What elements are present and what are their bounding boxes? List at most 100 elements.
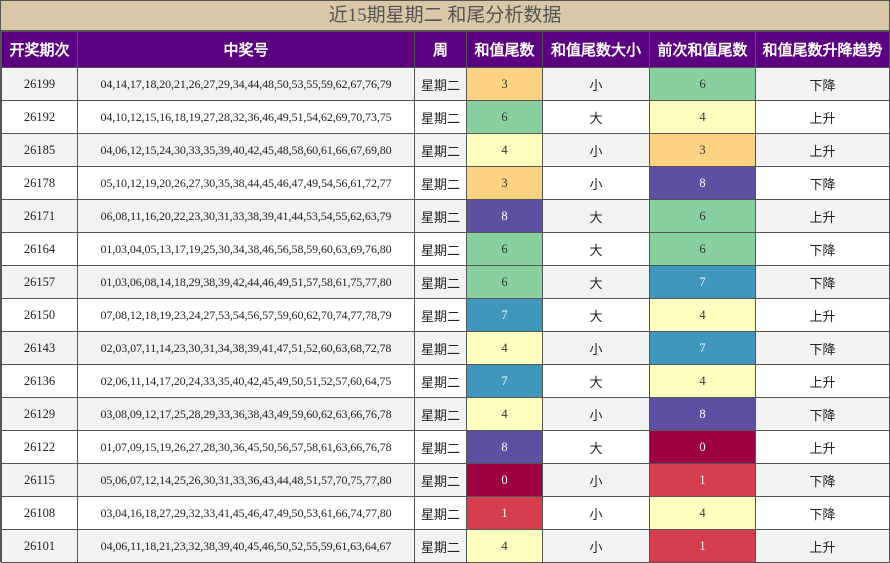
trend-cell: 上升 (755, 100, 890, 134)
tail-cell: 4 (466, 133, 543, 167)
size-cell: 小 (542, 463, 650, 497)
numbers-cell: 05,06,07,12,14,25,26,30,31,33,36,43,44,4… (77, 463, 415, 497)
numbers-cell: 04,14,17,18,20,21,26,27,29,34,44,48,50,5… (77, 67, 415, 101)
table-row: 26164 01,03,04,05,13,17,19,25,30,34,38,46… (1, 232, 890, 266)
period-cell: 26192 (1, 100, 78, 134)
tail-cell: 6 (466, 232, 543, 266)
header-tail: 和值尾数 (466, 31, 543, 68)
trend-cell: 下降 (755, 463, 890, 497)
table-row: 26108 03,04,16,18,27,29,32,33,41,45,46,47… (1, 496, 890, 530)
size-cell: 大 (542, 232, 650, 266)
prev-tail-cell: 8 (649, 166, 756, 200)
weekday-cell: 星期二 (414, 199, 467, 233)
period-cell: 26199 (1, 67, 78, 101)
period-cell: 26171 (1, 199, 78, 233)
header-prev-tail: 前次和值尾数 (649, 31, 756, 68)
table-row: 26199 04,14,17,18,20,21,26,27,29,34,44,48… (1, 67, 890, 101)
numbers-cell: 01,03,04,05,13,17,19,25,30,34,38,46,56,5… (77, 232, 415, 266)
numbers-cell: 04,10,12,15,16,18,19,27,28,32,36,46,49,5… (77, 100, 415, 134)
numbers-cell: 01,03,06,08,14,18,29,38,39,42,44,46,49,5… (77, 265, 415, 299)
prev-tail-cell: 4 (649, 298, 756, 332)
numbers-cell: 02,03,07,11,14,23,30,31,34,38,39,41,47,5… (77, 331, 415, 365)
tail-cell: 4 (466, 331, 543, 365)
tail-cell: 8 (466, 199, 543, 233)
weekday-cell: 星期二 (414, 331, 467, 365)
table-row: 26192 04,10,12,15,16,18,19,27,28,32,36,46… (1, 100, 890, 134)
period-cell: 26115 (1, 463, 78, 497)
table-row: 26185 04,06,12,15,24,30,33,35,39,40,42,45… (1, 133, 890, 167)
period-cell: 26108 (1, 496, 78, 530)
header-period: 开奖期次 (1, 31, 78, 68)
size-cell: 小 (542, 529, 650, 563)
numbers-cell: 07,08,12,18,19,23,24,27,53,54,56,57,59,6… (77, 298, 415, 332)
tail-cell: 3 (466, 166, 543, 200)
header-numbers: 中奖号 (77, 31, 415, 68)
trend-cell: 上升 (755, 199, 890, 233)
trend-cell: 上升 (755, 133, 890, 167)
tail-cell: 7 (466, 298, 543, 332)
period-cell: 26122 (1, 430, 78, 464)
trend-cell: 下降 (755, 232, 890, 266)
page-title: 近15期星期二 和尾分析数据 (1, 0, 889, 31)
trend-cell: 下降 (755, 265, 890, 299)
trend-cell: 上升 (755, 364, 890, 398)
period-cell: 26157 (1, 265, 78, 299)
weekday-cell: 星期二 (414, 100, 467, 134)
size-cell: 小 (542, 331, 650, 365)
prev-tail-cell: 0 (649, 430, 756, 464)
trend-cell: 下降 (755, 496, 890, 530)
size-cell: 小 (542, 397, 650, 431)
tail-cell: 1 (466, 496, 543, 530)
size-cell: 大 (542, 364, 650, 398)
trend-cell: 下降 (755, 166, 890, 200)
size-cell: 大 (542, 100, 650, 134)
prev-tail-cell: 1 (649, 529, 756, 563)
size-cell: 小 (542, 496, 650, 530)
prev-tail-cell: 4 (649, 496, 756, 530)
prev-tail-cell: 7 (649, 331, 756, 365)
table-row: 26115 05,06,07,12,14,25,26,30,31,33,36,43… (1, 463, 890, 497)
numbers-cell: 03,04,16,18,27,29,32,33,41,45,46,47,49,5… (77, 496, 415, 530)
weekday-cell: 星期二 (414, 166, 467, 200)
period-cell: 26129 (1, 397, 78, 431)
tail-cell: 6 (466, 100, 543, 134)
period-cell: 26185 (1, 133, 78, 167)
lottery-analysis-page: 近15期星期二 和尾分析数据 开奖期次 中奖号 周 和值尾数 和值尾数大小 前次… (0, 0, 890, 563)
size-cell: 小 (542, 166, 650, 200)
period-cell: 26101 (1, 529, 78, 563)
tail-cell: 6 (466, 265, 543, 299)
trend-cell: 上升 (755, 298, 890, 332)
trend-cell: 上升 (755, 529, 890, 563)
prev-tail-cell: 7 (649, 265, 756, 299)
numbers-cell: 05,10,12,19,20,26,27,30,35,38,44,45,46,4… (77, 166, 415, 200)
period-cell: 26150 (1, 298, 78, 332)
prev-tail-cell: 6 (649, 67, 756, 101)
weekday-cell: 星期二 (414, 430, 467, 464)
prev-tail-cell: 1 (649, 463, 756, 497)
weekday-cell: 星期二 (414, 397, 467, 431)
size-cell: 大 (542, 199, 650, 233)
prev-tail-cell: 3 (649, 133, 756, 167)
tail-cell: 4 (466, 397, 543, 431)
trend-cell: 下降 (755, 397, 890, 431)
numbers-cell: 04,06,11,18,21,23,32,38,39,40,45,46,50,5… (77, 529, 415, 563)
table-row: 26178 05,10,12,19,20,26,27,30,35,38,44,45… (1, 166, 890, 200)
weekday-cell: 星期二 (414, 298, 467, 332)
weekday-cell: 星期二 (414, 265, 467, 299)
trend-cell: 下降 (755, 331, 890, 365)
size-cell: 大 (542, 265, 650, 299)
header-weekday: 周 (414, 31, 467, 68)
tail-cell: 0 (466, 463, 543, 497)
period-cell: 26164 (1, 232, 78, 266)
size-cell: 小 (542, 133, 650, 167)
tail-analysis-table: 开奖期次 中奖号 周 和值尾数 和值尾数大小 前次和值尾数 和值尾数升降趋势 2… (1, 31, 890, 563)
numbers-cell: 01,07,09,15,19,26,27,28,30,36,45,50,56,5… (77, 430, 415, 464)
period-cell: 26136 (1, 364, 78, 398)
numbers-cell: 03,08,09,12,17,25,28,29,33,36,38,43,49,5… (77, 397, 415, 431)
weekday-cell: 星期二 (414, 364, 467, 398)
prev-tail-cell: 4 (649, 364, 756, 398)
weekday-cell: 星期二 (414, 133, 467, 167)
prev-tail-cell: 6 (649, 232, 756, 266)
table-row: 26129 03,08,09,12,17,25,28,29,33,36,38,43… (1, 397, 890, 431)
size-cell: 小 (542, 67, 650, 101)
